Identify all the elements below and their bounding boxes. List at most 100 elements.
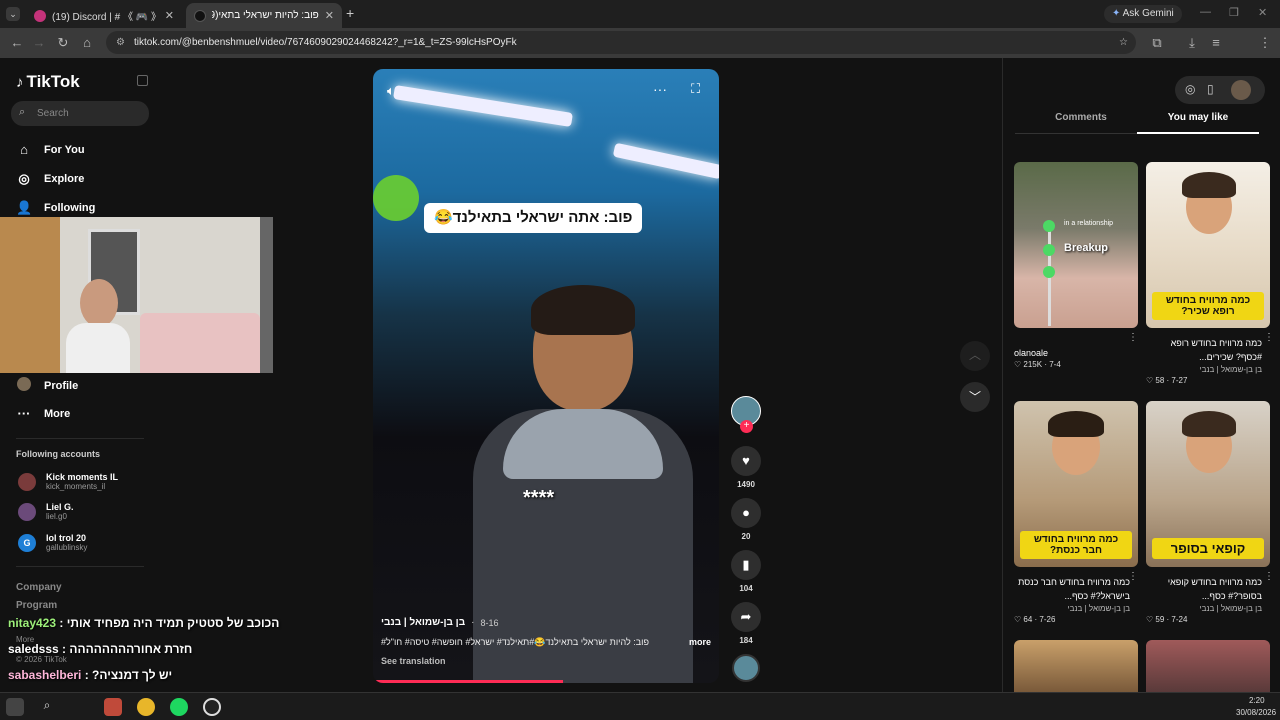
mute-icon[interactable]: 🔈︎ — [387, 83, 395, 99]
tiktok-favicon — [194, 9, 206, 22]
close-tab-icon[interactable]: ✕ — [325, 9, 334, 22]
minimize-icon[interactable]: — — [1200, 6, 1211, 18]
download-icon[interactable]: ⤓ — [1183, 34, 1201, 52]
back-icon[interactable]: ← — [8, 34, 26, 52]
video-thumbnail[interactable] — [1014, 640, 1138, 692]
thumb-label: קופאי בסופר — [1152, 538, 1264, 559]
video-player[interactable]: 🔈︎ ··· ⛶ פוב: אתה ישראלי בתאילנד😂 **** ב… — [373, 69, 719, 683]
device-icon[interactable]: ▯ — [1207, 82, 1214, 96]
card-menu-icon[interactable]: ⋮ — [1264, 332, 1274, 343]
bookmark-star-icon[interactable]: ☆ — [1119, 31, 1128, 54]
heart-icon[interactable]: ♥ — [731, 446, 761, 476]
following-account[interactable]: Kick moments IL kick_moments_il — [18, 472, 118, 491]
video-author[interactable]: בן בן-שמואל | בנבי — [381, 617, 465, 628]
extensions-icon[interactable]: ⧉ — [1148, 34, 1166, 52]
recommended-video-card[interactable]: קופאי בסופר כמה מרוויח בחודש קופאי בסופר… — [1146, 401, 1274, 624]
heart-outline-icon: ♡ — [1146, 615, 1156, 624]
forward-icon[interactable]: → — [30, 34, 48, 52]
share-icon[interactable]: ➦ — [731, 602, 761, 632]
app-icon[interactable] — [104, 698, 122, 716]
progress-bar-fill[interactable] — [373, 680, 563, 683]
compass-icon: ◎ — [18, 171, 30, 186]
more-link[interactable]: more — [689, 637, 711, 648]
close-window-icon[interactable]: ✕ — [1258, 6, 1267, 19]
follow-plus-icon[interactable]: + — [740, 420, 753, 433]
avatar — [18, 502, 36, 521]
following-account[interactable]: Liel G. liel.g0 — [18, 502, 74, 521]
door-image — [260, 217, 273, 373]
author-avatar[interactable]: + — [731, 396, 761, 433]
url-input[interactable]: ⚙ tiktok.com/@benbenshmuel/video/7674609… — [106, 31, 1136, 54]
card-menu-icon[interactable]: ⋮ — [1264, 571, 1274, 582]
thumb-label: כמה מרוויח בחודש חבר כנסת? — [1020, 531, 1132, 559]
next-video-button[interactable]: ﹀ — [960, 382, 990, 412]
like-action[interactable]: ♥ 1490 — [730, 446, 762, 489]
video-thumbnail[interactable]: כמה מרוויח בחודש חבר כנסת? — [1014, 401, 1138, 567]
tab-search-icon[interactable]: ⌄ — [6, 7, 20, 21]
share-action[interactable]: ➦ 184 — [730, 602, 762, 645]
new-tab-button[interactable]: + — [346, 5, 354, 21]
browser-tab-active[interactable]: פוב: להיות ישראלי בתאי(19) ✕ — [186, 3, 342, 28]
home-icon[interactable]: ⌂ — [78, 34, 96, 52]
video-thumbnail[interactable] — [1146, 640, 1270, 692]
menu-icon[interactable]: ⋮ — [1256, 34, 1274, 52]
comment-action[interactable]: ● 20 — [730, 498, 762, 541]
fullscreen-icon[interactable]: ⛶ — [691, 81, 700, 97]
recommended-video-card[interactable]: כמה מרוויח בחודש רופא שכיר? כמה מרוויח ב… — [1146, 162, 1274, 385]
nav-profile[interactable]: Profile — [16, 377, 78, 394]
more-options-icon[interactable]: ··· — [653, 81, 667, 97]
recommended-video-card[interactable]: in a relationship Breakup olanoale ♡ 215… — [1014, 162, 1138, 369]
nav-following[interactable]: 👤 Following — [16, 200, 95, 216]
spotify-icon[interactable] — [170, 698, 188, 716]
video-thumbnail[interactable]: כמה מרוויח בחודש רופא שכיר? — [1146, 162, 1270, 328]
footer-link-program[interactable]: Program — [16, 600, 57, 611]
browser-tab-bar: ⌄ (19) Discord | # 《 🎮 》 React · Is ✕ פו… — [0, 0, 1280, 28]
profile-avatar-icon — [16, 377, 32, 394]
tiktok-sidebar: ♪ TikTok ⌕ Search ⌂ For You ◎ Explore 👤 Fol… — [0, 58, 160, 692]
previous-video-button[interactable]: ︿ — [960, 341, 990, 371]
card-menu-icon[interactable]: ⋮ — [1128, 332, 1138, 343]
tab-comments[interactable]: Comments — [1015, 112, 1147, 134]
nav-more[interactable]: ··· More — [16, 406, 71, 421]
media-icon[interactable]: ≡ — [1207, 34, 1225, 52]
users-icon: 👤 — [16, 200, 33, 215]
user-avatar[interactable] — [1231, 80, 1251, 100]
video-thumbnail[interactable]: in a relationship Breakup — [1014, 162, 1138, 328]
timeline-dot — [1043, 220, 1055, 232]
footer-link-company[interactable]: Company — [16, 582, 62, 593]
search-input[interactable]: ⌕ Search — [11, 101, 149, 126]
site-info-icon[interactable]: ⚙ — [116, 31, 125, 54]
nav-explore[interactable]: ◎ Explore — [16, 171, 84, 187]
browser-tab[interactable]: (19) Discord | # 《 🎮 》 React · Is ✕ — [26, 3, 182, 28]
tab-you-may-like[interactable]: You may like — [1137, 112, 1259, 134]
card-menu-icon[interactable]: ⋮ — [1128, 571, 1138, 582]
sound-avatar[interactable] — [732, 654, 760, 682]
timeline-dot — [1043, 266, 1055, 278]
close-tab-icon[interactable]: ✕ — [165, 9, 174, 22]
collapse-sidebar-icon[interactable] — [137, 75, 148, 86]
tiktok-note-icon: ♪ — [16, 73, 24, 91]
thumb-label: Breakup — [1064, 242, 1109, 254]
green-lamp — [373, 175, 419, 221]
heart-outline-icon: ♡ — [1146, 376, 1156, 385]
search-icon[interactable]: ⌕ — [38, 698, 56, 716]
obs-icon[interactable] — [203, 698, 221, 716]
save-action[interactable]: ▮ 104 — [730, 550, 762, 593]
ask-gemini-button[interactable]: ✦ Ask Gemini — [1104, 5, 1182, 23]
start-icon[interactable] — [6, 698, 24, 716]
nav-for-you[interactable]: ⌂ For You — [16, 142, 84, 157]
see-translation-link[interactable]: See translation — [381, 656, 711, 666]
restore-icon[interactable]: ❐ — [1229, 6, 1239, 19]
chrome-icon[interactable] — [137, 698, 155, 716]
chat-message: nitay423 : הכוכב של סטטיק תמיד היה מפחיד… — [8, 616, 280, 630]
recommended-video-card[interactable]: כמה מרוויח בחודש חבר כנסת? כמה מרוויח בח… — [1014, 401, 1138, 624]
tiktok-logo[interactable]: ♪ TikTok — [16, 72, 80, 92]
sidebar-divider — [16, 566, 144, 567]
censored-text: **** — [523, 487, 555, 509]
video-thumbnail[interactable]: קופאי בסופר — [1146, 401, 1270, 567]
compass-icon[interactable]: ◎ — [1185, 82, 1195, 96]
following-account[interactable]: G lol trol 20 gallublinsky — [18, 533, 87, 552]
reload-icon[interactable]: ↻ — [54, 34, 72, 52]
comment-icon[interactable]: ● — [731, 498, 761, 528]
bookmark-icon[interactable]: ▮ — [731, 550, 761, 580]
